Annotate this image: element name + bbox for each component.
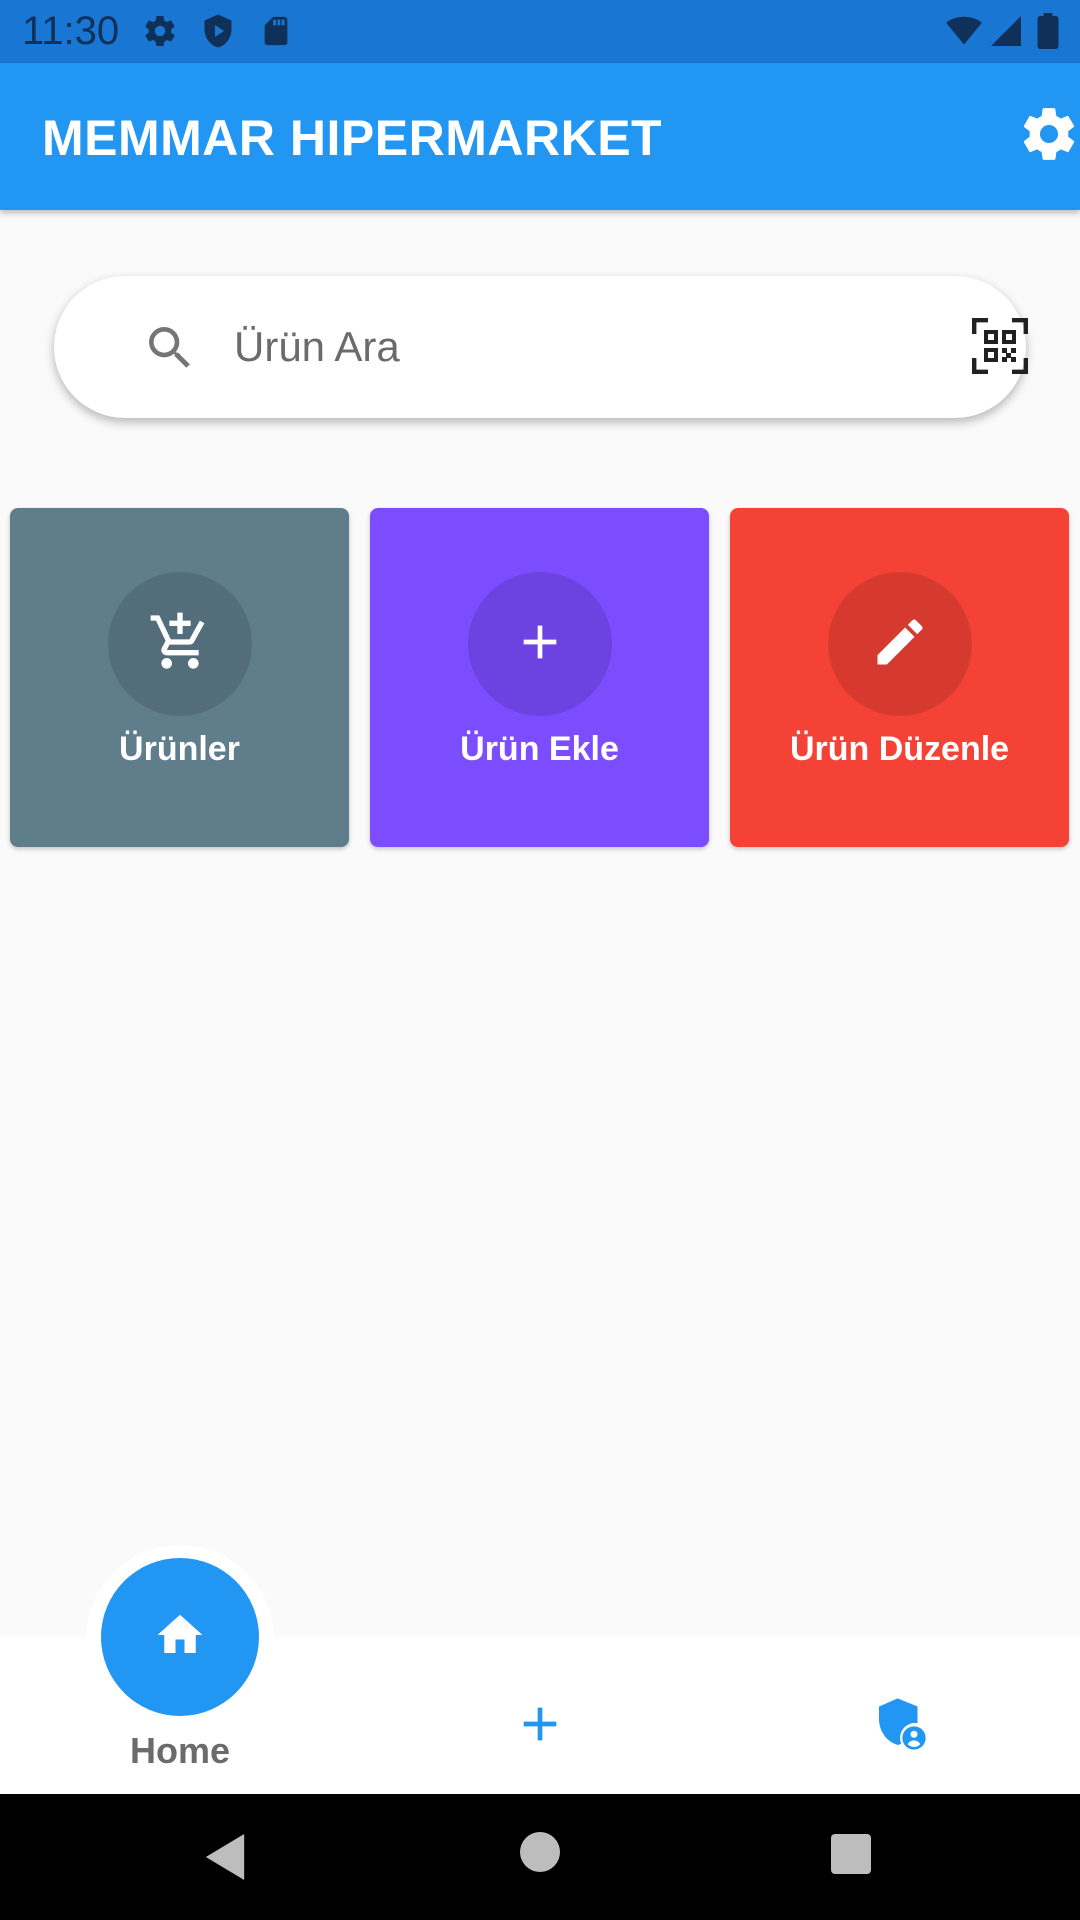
status-bar: 11:30	[0, 0, 1080, 63]
nav-home-button[interactable]	[101, 1558, 259, 1716]
qr-scan-icon[interactable]	[971, 317, 1029, 379]
screen: 11:30 MEMMAR HIPERMARKET Ürün Ara Ürünle…	[0, 0, 1080, 1920]
tile-icon-circle	[468, 572, 612, 716]
back-icon[interactable]	[205, 1834, 245, 1885]
gear-icon	[142, 13, 178, 54]
admin-shield-icon	[872, 1696, 928, 1757]
nav-admin-button[interactable]	[860, 1686, 940, 1766]
cart-add-icon	[148, 610, 212, 679]
nav-home-label: Home	[129, 1730, 231, 1771]
app-title: MEMMAR HIPERMARKET	[42, 110, 663, 166]
tile-label: Ürün Ekle	[460, 730, 619, 768]
sd-card-icon	[259, 13, 293, 54]
system-home-icon[interactable]	[520, 1832, 560, 1872]
tile-add-product[interactable]: Ürün Ekle	[370, 508, 709, 847]
shield-play-icon	[200, 13, 236, 54]
tile-label: Ürünler	[119, 730, 240, 768]
tile-edit-product[interactable]: Ürün Düzenle	[730, 508, 1069, 847]
plus-icon	[512, 614, 568, 675]
tile-products[interactable]: Ürünler	[10, 508, 349, 847]
settings-button[interactable]	[1018, 103, 1080, 165]
search-bar[interactable]	[54, 276, 1029, 418]
home-icon	[153, 1608, 207, 1667]
recent-apps-icon[interactable]	[831, 1834, 871, 1874]
app-bar: MEMMAR HIPERMARKET	[0, 63, 1080, 210]
wifi-icon	[944, 13, 984, 54]
search-input[interactable]	[234, 312, 934, 382]
gear-icon	[1018, 108, 1080, 169]
status-time: 11:30	[22, 9, 120, 53]
battery-icon	[1036, 13, 1060, 54]
cell-signal-icon	[988, 13, 1024, 54]
pencil-icon	[870, 612, 930, 677]
tile-icon-circle	[108, 572, 252, 716]
system-nav-bar	[0, 1794, 1080, 1920]
tile-label: Ürün Düzenle	[789, 730, 1010, 768]
tile-icon-circle	[828, 572, 972, 716]
plus-icon	[512, 1696, 568, 1757]
search-icon	[142, 320, 198, 381]
nav-add-button[interactable]	[500, 1686, 580, 1766]
